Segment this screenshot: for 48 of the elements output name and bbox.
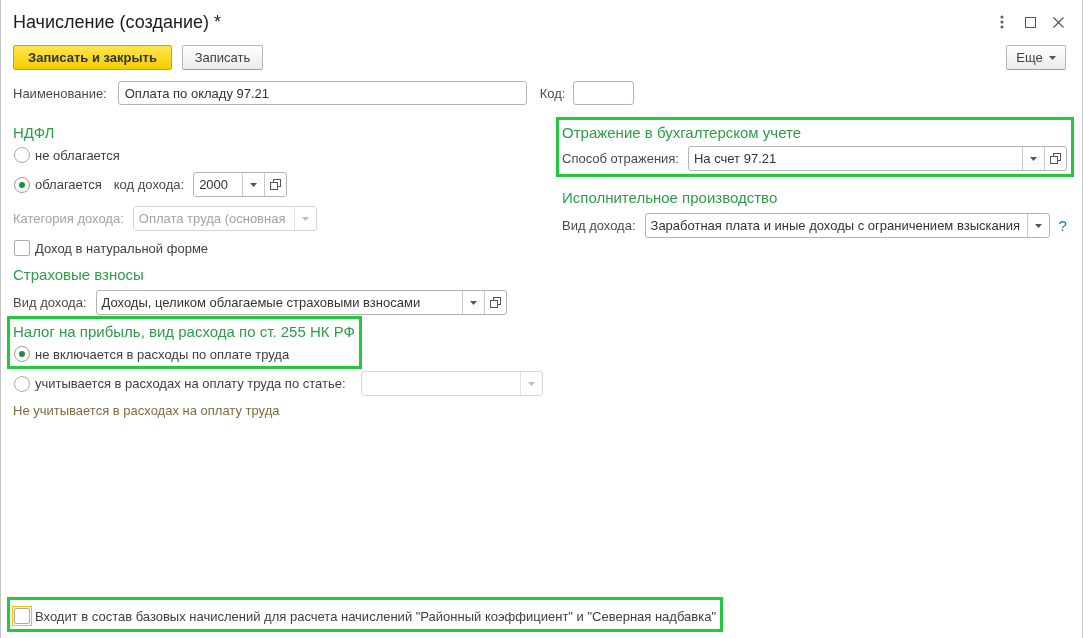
option-label[interactable]: облагается — [35, 177, 102, 192]
section-title: Отражение в бухгалтерском учете — [562, 123, 802, 143]
option-label[interactable]: не включается в расходы по оплате труда — [35, 346, 290, 362]
option-label[interactable]: не облагается — [35, 147, 120, 163]
window-title: Начисление (создание) * — [13, 11, 222, 33]
field-label: Категория дохода: — [13, 211, 124, 226]
combo-field[interactable]: Доходы, целиком облагаемые страховыми взносами — [95, 290, 507, 315]
field-label: Наименование: — [13, 85, 107, 101]
name-field[interactable]: Оплата по окладу 97.21 — [117, 81, 527, 105]
caret-icon — [1029, 156, 1037, 161]
checkbox-label[interactable]: Доход в натуральной форме — [35, 240, 209, 256]
close-icon[interactable] — [1053, 16, 1064, 28]
section-title: Исполнительное производство — [562, 188, 778, 208]
section-title: Налог на прибыль, вид расхода по ст. 255 НК РФ — [13, 322, 355, 342]
combo-field[interactable]: 2000 — [193, 172, 288, 197]
checkbox-label[interactable]: Входит в состав базовых начислений для расчета начислений "Районный коэффициент" и "Северная надбавка" — [35, 608, 717, 624]
combo-field[interactable]: На счет 97.21 — [687, 146, 1067, 171]
caret-icon — [1034, 223, 1042, 228]
code-field[interactable] — [573, 81, 635, 105]
maximize-icon[interactable] — [1025, 16, 1036, 28]
menu-icon[interactable] — [1000, 15, 1004, 29]
caret-icon — [1048, 55, 1056, 60]
option-label[interactable]: учитывается в расходах на оплату труда по статье: — [35, 376, 346, 391]
checkbox[interactable] — [14, 240, 30, 256]
radio-button[interactable] — [14, 176, 30, 193]
radio-button[interactable] — [14, 375, 30, 392]
save-button[interactable]: Записать — [182, 45, 263, 70]
caret-icon — [250, 182, 258, 187]
caret-icon — [469, 300, 477, 305]
section-title: Страховые взносы — [13, 265, 144, 285]
caret-icon — [527, 381, 535, 386]
open-icon — [489, 297, 501, 308]
field-label: Код: — [539, 85, 566, 101]
more-button[interactable]: Еще — [1006, 45, 1066, 70]
radio-button[interactable] — [14, 147, 30, 163]
field-label: код дохода: — [113, 177, 185, 192]
open-icon — [270, 179, 282, 190]
save-and-close-button[interactable]: Записать и закрыть — [13, 45, 172, 70]
combo-field[interactable]: Заработная плата и иные доходы с ограничением взыскания — [644, 213, 1050, 238]
field-label: Способ отражения: — [562, 151, 679, 166]
section-title: НДФЛ — [13, 123, 55, 143]
radio-button[interactable] — [14, 346, 30, 362]
open-icon — [1049, 153, 1061, 164]
field-label: Вид дохода: — [562, 218, 636, 233]
caret-icon — [301, 216, 309, 221]
help-link[interactable]: ? — [1058, 217, 1067, 234]
field-label: Вид дохода: — [13, 295, 87, 310]
note-text: Не учитывается в расходах на оплату труда — [13, 403, 280, 418]
